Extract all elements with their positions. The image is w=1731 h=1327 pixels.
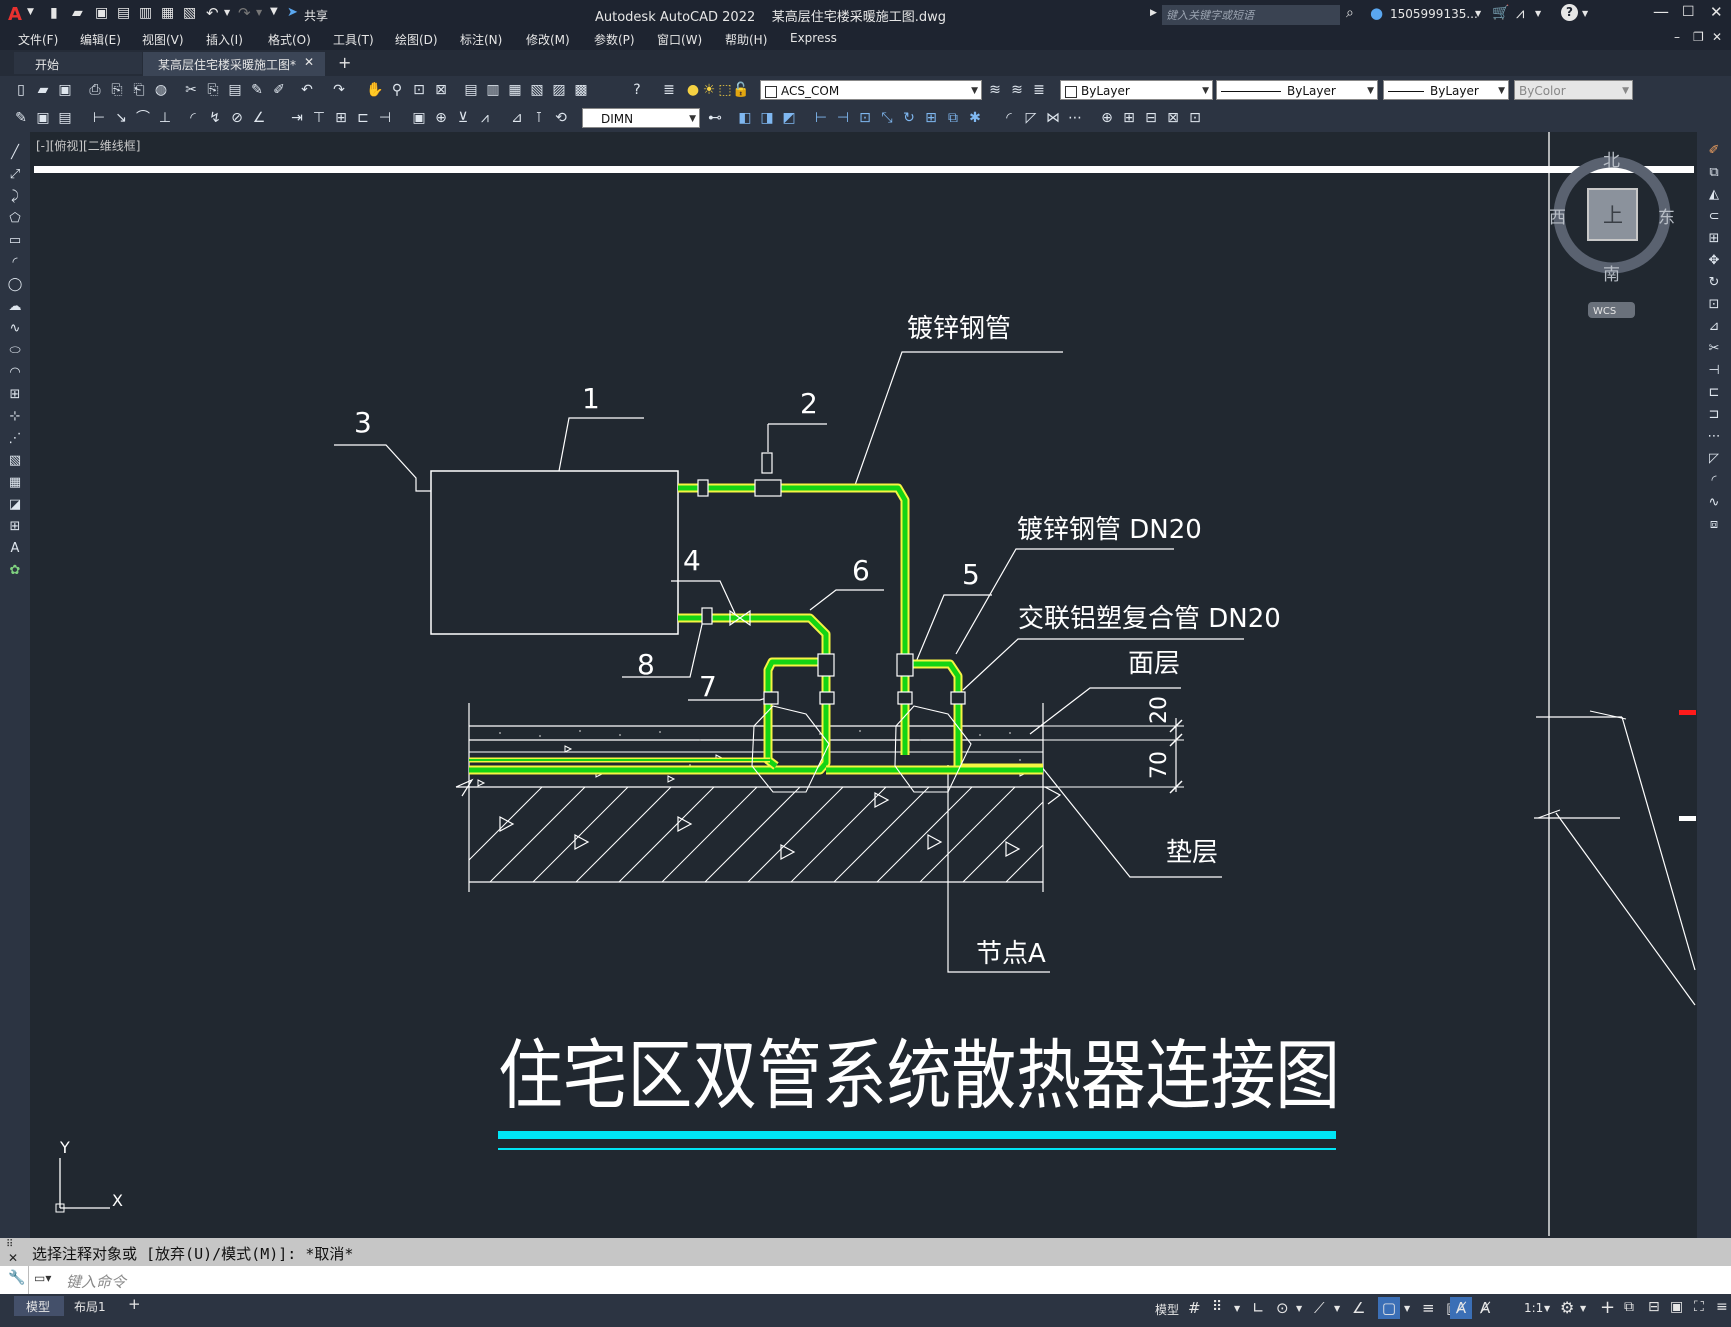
model-space-label[interactable]: 模型 bbox=[1155, 1301, 1179, 1318]
leader-1 bbox=[558, 417, 644, 472]
label-cushion: 垫层 bbox=[1166, 838, 1218, 868]
cmd-recent-icon[interactable]: ▭▾ bbox=[34, 1271, 51, 1285]
units-icon[interactable]: ⧉ bbox=[1624, 1299, 1634, 1315]
leader-pex bbox=[962, 638, 1244, 691]
command-input[interactable]: 键入命令 bbox=[66, 1271, 126, 1292]
snap-icon[interactable]: ⠿ bbox=[1212, 1299, 1222, 1315]
drawing-title: 住宅区双管系统散热器连接图 bbox=[498, 1031, 1340, 1120]
workspace-dropdown-icon[interactable]: ▼ bbox=[1580, 1304, 1586, 1313]
leader-8 bbox=[622, 619, 704, 678]
partial-line-5 bbox=[1589, 710, 1627, 720]
quick-properties-icon[interactable]: ⊟ bbox=[1648, 1299, 1660, 1315]
leader-galv-dn20 bbox=[955, 548, 1174, 655]
status-bar: 模型 布局1 + 模型 # ⠿ ▼ ∟ ⊙ ▼ ⟋ ▼ ∠ ▢ ▼ ≡ ▣ Ⱥ … bbox=[0, 1294, 1731, 1327]
cmd-settings-icon[interactable]: 🔧 bbox=[8, 1270, 25, 1286]
command-input-area[interactable] bbox=[28, 1266, 1731, 1294]
isodraft-icon[interactable]: ⟋ bbox=[1314, 1299, 1325, 1317]
annotation-visibility-icon[interactable]: Ⱥ bbox=[1450, 1297, 1472, 1319]
command-line: 🔧 ▭▾ 键入命令 bbox=[0, 1266, 1731, 1294]
label-galv-pipe-dn20: 镀锌钢管 DN20 bbox=[1017, 515, 1202, 545]
leader-5 bbox=[915, 594, 992, 663]
annotation-scale[interactable]: 1:1 bbox=[1524, 1301, 1543, 1315]
loop-pipe-left bbox=[763, 657, 826, 770]
viewcube-south: 南 bbox=[1603, 265, 1620, 285]
viewcube-east: 东 bbox=[1658, 208, 1675, 228]
tab-model-label: 模型 bbox=[26, 1300, 51, 1314]
ucs-y-label: Y bbox=[59, 1138, 70, 1157]
break-right bbox=[1044, 786, 1062, 805]
viewcube-west: 西 bbox=[1549, 208, 1566, 228]
otrack-icon[interactable]: ∠ bbox=[1352, 1299, 1365, 1317]
command-history: ⠿ ✕ 选择注释对象或 [放弃(U)/模式(M)]: *取消* bbox=[0, 1238, 1731, 1266]
label-galv-pipe: 镀锌钢管 bbox=[907, 314, 1011, 344]
dim-70: 70 bbox=[1147, 751, 1172, 779]
callout-2: 2 bbox=[800, 387, 818, 420]
viewcube-face-label: 上 bbox=[1603, 203, 1623, 227]
osnap-dropdown-icon[interactable]: ▼ bbox=[1404, 1304, 1410, 1313]
label-pex-al: 交联铝塑复合管 DN20 bbox=[1018, 604, 1281, 634]
label-surface: 面层 bbox=[1128, 649, 1180, 679]
title-underline-thick bbox=[498, 1131, 1336, 1139]
radiator bbox=[430, 470, 679, 635]
ucs-x-label: X bbox=[112, 1191, 123, 1210]
command-history-text: 选择注释对象或 [放弃(U)/模式(M)]: *取消* bbox=[32, 1245, 354, 1263]
annotation-monitor-icon[interactable]: + bbox=[1600, 1297, 1615, 1318]
slab-hatch bbox=[468, 786, 1044, 883]
viewcube-north: 北 bbox=[1603, 151, 1620, 171]
lineweight-icon[interactable]: ≡ bbox=[1422, 1299, 1435, 1317]
callout-6: 6 bbox=[852, 554, 870, 587]
ortho-icon[interactable]: ∟ bbox=[1252, 1299, 1265, 1317]
screed-dots bbox=[499, 730, 1021, 771]
isodraft-dropdown-icon[interactable]: ▼ bbox=[1334, 1304, 1340, 1313]
cmd-grip-icon[interactable]: ⠿ bbox=[6, 1239, 13, 1250]
cmd-close-icon[interactable]: ✕ bbox=[8, 1251, 18, 1265]
partial-line-3 bbox=[1621, 716, 1696, 971]
label-node-a: 节点A bbox=[976, 939, 1046, 969]
polar-dropdown-icon[interactable]: ▼ bbox=[1296, 1304, 1302, 1313]
grid-icon[interactable]: # bbox=[1188, 1299, 1201, 1317]
sheet-top-border bbox=[34, 166, 1694, 173]
polar-icon[interactable]: ⊙ bbox=[1276, 1299, 1289, 1317]
callout-4: 4 bbox=[683, 544, 701, 577]
white-marker bbox=[1679, 816, 1696, 821]
callout-5: 5 bbox=[962, 558, 980, 591]
osnap-icon[interactable]: ▢ bbox=[1378, 1297, 1400, 1319]
dim-20: 20 bbox=[1147, 696, 1172, 724]
snap-dropdown-icon[interactable]: ▼ bbox=[1234, 1304, 1240, 1313]
leader-6 bbox=[809, 589, 884, 611]
workspace-gear-icon[interactable]: ⚙ bbox=[1560, 1298, 1574, 1317]
leader-galv-pipe bbox=[853, 351, 1063, 489]
isolate-objects-icon[interactable]: ▣ bbox=[1670, 1299, 1683, 1315]
callout-8: 8 bbox=[637, 648, 655, 681]
autoscale-icon[interactable]: Ⱥ bbox=[1480, 1299, 1490, 1317]
clean-screen-icon[interactable]: ⛶ bbox=[1694, 1299, 1704, 1315]
annotation-scale-dropdown-icon[interactable]: ▼ bbox=[1544, 1304, 1550, 1313]
callout-7: 7 bbox=[699, 670, 717, 703]
red-marker bbox=[1679, 710, 1696, 715]
partial-line-4 bbox=[1555, 812, 1696, 1006]
wcs-label: WCS bbox=[1593, 306, 1616, 317]
add-layout-button[interactable]: + bbox=[128, 1295, 141, 1313]
callout-3: 3 bbox=[354, 406, 372, 439]
leader-3 bbox=[334, 444, 431, 492]
customize-statusbar-icon[interactable]: ≡ bbox=[1716, 1299, 1728, 1315]
callout-1: 1 bbox=[582, 382, 600, 415]
tab-layout1[interactable]: 布局1 bbox=[74, 1298, 106, 1315]
drawing-svg: 1 3 2 镀锌钢管 镀锌钢管 DN20 5 交联铝塑复合管 DN20 4 6 … bbox=[34, 132, 1696, 1236]
slab-triangles bbox=[499, 791, 1021, 861]
